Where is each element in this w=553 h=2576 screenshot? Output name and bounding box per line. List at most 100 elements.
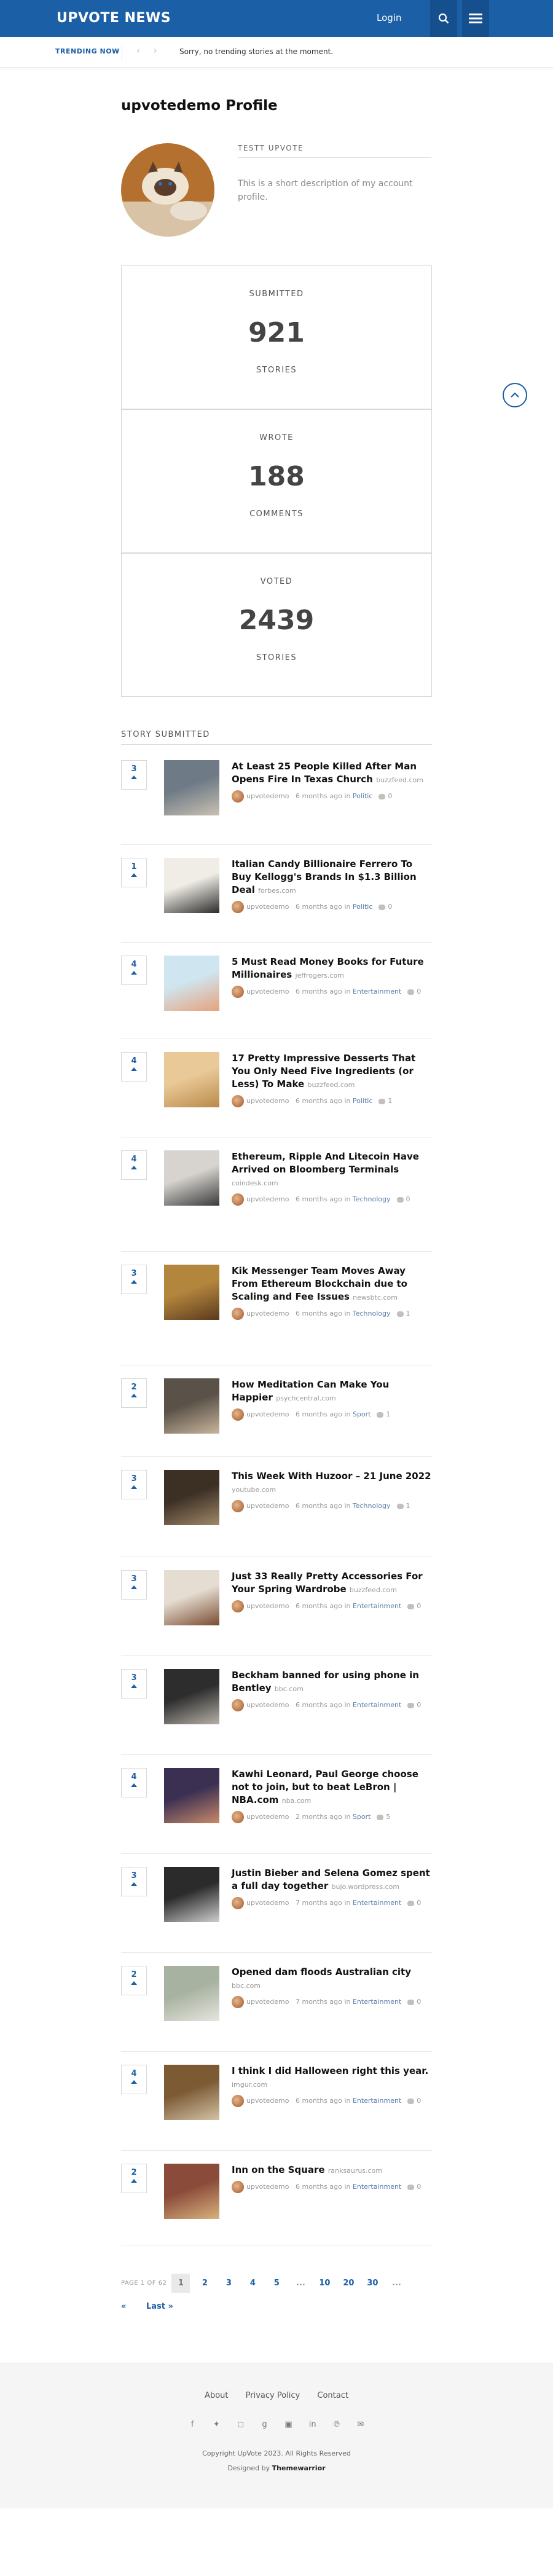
pinterest-icon[interactable]: ℗ <box>332 2420 341 2429</box>
story-thumbnail[interactable] <box>164 1768 219 1823</box>
story-author[interactable]: upvotedemo <box>246 1813 289 1821</box>
story-author[interactable]: upvotedemo <box>246 1899 289 1907</box>
page-link[interactable]: 30 <box>363 2279 382 2288</box>
upvote-button[interactable]: 2 <box>121 1378 147 1408</box>
page-link[interactable]: 2 <box>195 2279 214 2288</box>
author-avatar[interactable] <box>232 2095 244 2107</box>
prev-page-link[interactable]: « <box>121 2302 126 2311</box>
story-thumbnail[interactable] <box>164 1570 219 1625</box>
search-button[interactable] <box>430 0 457 37</box>
author-avatar[interactable] <box>232 790 244 803</box>
upvote-button[interactable]: 3 <box>121 1669 147 1698</box>
story-thumbnail[interactable] <box>164 1052 219 1107</box>
story-category[interactable]: Entertainment <box>353 1701 401 1709</box>
facebook-icon[interactable]: f <box>188 2420 197 2429</box>
story-category[interactable]: Entertainment <box>353 2183 401 2191</box>
author-avatar[interactable] <box>232 1600 244 1612</box>
author-avatar[interactable] <box>232 901 244 913</box>
author-avatar[interactable] <box>232 1500 244 1512</box>
story-comments[interactable]: 0 <box>407 2095 421 2107</box>
story-title[interactable]: Ethereum, Ripple And Litecoin Have Arriv… <box>232 1151 419 1175</box>
story-thumbnail[interactable] <box>164 956 219 1011</box>
upvote-button[interactable]: 3 <box>121 1265 147 1294</box>
email-icon[interactable]: ✉ <box>356 2420 365 2429</box>
story-thumbnail[interactable] <box>164 1669 219 1724</box>
youtube-icon[interactable]: ▣ <box>284 2420 293 2429</box>
story-thumbnail[interactable] <box>164 1966 219 2021</box>
story-category[interactable]: Sport <box>353 1813 371 1821</box>
story-category[interactable]: Entertainment <box>353 2097 401 2105</box>
story-title[interactable]: Justin Bieber and Selena Gomez spent a f… <box>232 1867 430 1891</box>
author-avatar[interactable] <box>232 1408 244 1421</box>
story-comments[interactable]: 0 <box>407 1699 421 1711</box>
upvote-button[interactable]: 4 <box>121 1150 147 1180</box>
story-author[interactable]: upvotedemo <box>246 2097 289 2105</box>
upvote-button[interactable]: 3 <box>121 760 147 790</box>
page-link[interactable]: 20 <box>339 2279 358 2288</box>
page-link[interactable]: 10 <box>315 2279 334 2288</box>
story-comments[interactable]: 1 <box>377 1408 390 1421</box>
story-author[interactable]: upvotedemo <box>246 903 289 911</box>
story-category[interactable]: Politic <box>353 1097 373 1105</box>
page-link[interactable]: 4 <box>243 2279 262 2288</box>
story-thumbnail[interactable] <box>164 1265 219 1320</box>
instagram-icon[interactable]: ◻ <box>236 2420 245 2429</box>
designer-link[interactable]: Themewarrior <box>272 2464 326 2472</box>
author-avatar[interactable] <box>232 1699 244 1711</box>
linkedin-icon[interactable]: in <box>308 2420 317 2429</box>
story-title[interactable]: This Week With Huzoor – 21 June 2022 <box>232 1471 431 1482</box>
story-thumbnail[interactable] <box>164 1470 219 1525</box>
story-comments[interactable]: 5 <box>377 1811 390 1823</box>
site-logo[interactable]: UPVOTE NEWS <box>57 10 171 26</box>
story-thumbnail[interactable] <box>164 1378 219 1434</box>
story-title[interactable]: Opened dam floods Australian city <box>232 1966 411 1977</box>
upvote-button[interactable]: 3 <box>121 1867 147 1896</box>
trending-next-icon[interactable]: › <box>154 46 157 56</box>
story-author[interactable]: upvotedemo <box>246 1701 289 1709</box>
story-comments[interactable]: 0 <box>407 986 421 998</box>
author-avatar[interactable] <box>232 1811 244 1823</box>
upvote-button[interactable]: 4 <box>121 956 147 985</box>
author-avatar[interactable] <box>232 1308 244 1320</box>
story-category[interactable]: Entertainment <box>353 1899 401 1907</box>
story-category[interactable]: Entertainment <box>353 988 401 995</box>
upvote-button[interactable]: 1 <box>121 858 147 887</box>
story-author[interactable]: upvotedemo <box>246 1502 289 1510</box>
story-comments[interactable]: 0 <box>396 1193 410 1206</box>
author-avatar[interactable] <box>232 986 244 998</box>
story-title[interactable]: Inn on the Square <box>232 2164 325 2175</box>
story-comments[interactable]: 0 <box>407 2181 421 2193</box>
story-author[interactable]: upvotedemo <box>246 1410 289 1418</box>
story-author[interactable]: upvotedemo <box>246 1310 289 1317</box>
story-author[interactable]: upvotedemo <box>246 2183 289 2191</box>
upvote-button[interactable]: 2 <box>121 2164 147 2193</box>
story-author[interactable]: upvotedemo <box>246 792 289 800</box>
story-category[interactable]: Entertainment <box>353 1602 401 1610</box>
twitter-icon[interactable]: ✦ <box>212 2420 221 2429</box>
story-author[interactable]: upvotedemo <box>246 1602 289 1610</box>
author-avatar[interactable] <box>232 1095 244 1107</box>
story-author[interactable]: upvotedemo <box>246 988 289 995</box>
story-thumbnail[interactable] <box>164 1150 219 1206</box>
upvote-button[interactable]: 4 <box>121 1052 147 1082</box>
footer-link-privacy[interactable]: Privacy Policy <box>246 2391 300 2400</box>
story-title[interactable]: I think I did Halloween right this year. <box>232 2065 428 2076</box>
upvote-button[interactable]: 4 <box>121 1768 147 1797</box>
trending-prev-icon[interactable]: ‹ <box>136 46 140 56</box>
story-thumbnail[interactable] <box>164 2164 219 2219</box>
story-category[interactable]: Entertainment <box>353 1998 401 2006</box>
story-author[interactable]: upvotedemo <box>246 1097 289 1105</box>
story-thumbnail[interactable] <box>164 760 219 815</box>
story-category[interactable]: Sport <box>353 1410 371 1418</box>
story-category[interactable]: Politic <box>353 792 373 800</box>
author-avatar[interactable] <box>232 1897 244 1909</box>
upvote-button[interactable]: 3 <box>121 1470 147 1499</box>
page-link[interactable]: 5 <box>267 2279 286 2288</box>
footer-link-contact[interactable]: Contact <box>317 2391 348 2400</box>
story-title[interactable]: Kawhi Leonard, Paul George choose not to… <box>232 1769 418 1805</box>
story-category[interactable]: Technology <box>353 1195 391 1203</box>
story-thumbnail[interactable] <box>164 858 219 913</box>
story-comments[interactable]: 1 <box>396 1308 410 1320</box>
story-comments[interactable]: 0 <box>407 1996 421 2008</box>
story-comments[interactable]: 1 <box>396 1500 410 1512</box>
